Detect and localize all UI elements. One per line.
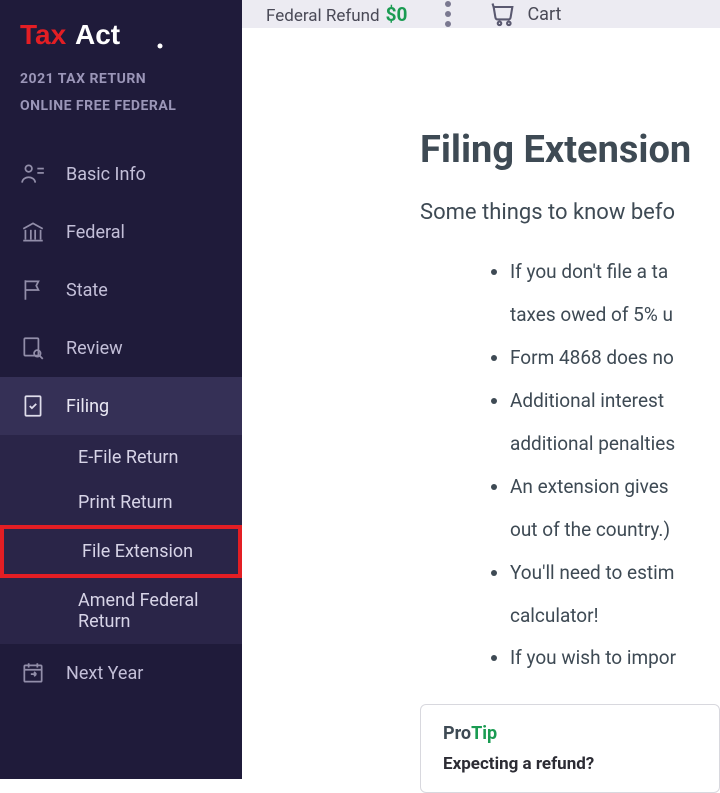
protip-subtitle: Expecting a refund? <box>443 754 697 774</box>
sidebar-item-federal[interactable]: Federal <box>0 203 242 261</box>
page-subheading: Some things to know befo <box>420 200 720 225</box>
subnav-efile-return[interactable]: E-File Return <box>0 435 242 480</box>
list-item: out of the country.) <box>510 511 720 550</box>
kebab-menu-icon[interactable] <box>445 1 451 27</box>
content: Filing Extension Some things to know bef… <box>420 28 720 682</box>
list-item: taxes owed of 5% u <box>510 296 720 335</box>
sidebar-item-label: Review <box>66 338 123 359</box>
list-item: You'll need to estim <box>510 554 720 593</box>
main-area: Federal Refund $0 Cart Filing Extension … <box>242 0 720 779</box>
refund-amount: $0 <box>386 3 408 26</box>
info-list: If you don't file a ta taxes owed of 5% … <box>420 253 720 678</box>
bank-icon <box>20 219 46 245</box>
sidebar-item-label: State <box>66 280 108 301</box>
protip-tip: Tip <box>471 723 497 744</box>
protip-pro: Pro <box>443 723 471 744</box>
list-item: calculator! <box>510 597 720 636</box>
logo: Tax Act <box>0 0 242 66</box>
protip-title: ProTip <box>443 723 697 744</box>
document-check-icon <box>20 393 46 419</box>
cart-label: Cart <box>527 4 561 25</box>
subnav-amend-federal[interactable]: Amend Federal Return <box>0 578 242 644</box>
filing-subnav: E-File Return Print Return File Extensio… <box>0 435 242 644</box>
list-item: An extension gives <box>510 468 720 507</box>
sidebar: Tax Act 2021 TAX RETURN ONLINE FREE FEDE… <box>0 0 242 779</box>
sidebar-item-review[interactable]: Review <box>0 319 242 377</box>
sidebar-item-filing[interactable]: Filing <box>0 377 242 435</box>
sidebar-item-state[interactable]: State <box>0 261 242 319</box>
sidebar-item-label: Basic Info <box>66 164 146 185</box>
subnav-label: E-File Return <box>78 447 178 468</box>
subnav-label: Print Return <box>78 492 173 513</box>
document-search-icon <box>20 335 46 361</box>
cart-icon <box>489 0 517 28</box>
flag-icon <box>20 277 46 303</box>
calendar-arrow-icon <box>20 660 46 686</box>
subnav-label: File Extension <box>82 541 193 562</box>
sidebar-item-label: Federal <box>66 222 125 243</box>
list-item: If you wish to impor <box>510 639 720 678</box>
refund-display[interactable]: Federal Refund $0 <box>266 3 407 26</box>
list-item: If you don't file a ta <box>510 253 720 292</box>
list-item: Additional interest <box>510 382 720 421</box>
sidebar-meta: 2021 TAX RETURN ONLINE FREE FEDERAL <box>0 66 242 145</box>
cart-button[interactable]: Cart <box>489 0 561 28</box>
taxact-logo-icon: Tax Act <box>20 18 170 52</box>
list-item: additional penalties <box>510 425 720 464</box>
svg-text:Tax: Tax <box>20 19 67 50</box>
subnav-print-return[interactable]: Print Return <box>0 480 242 525</box>
user-icon <box>20 161 46 187</box>
topbar: Federal Refund $0 Cart <box>242 0 720 28</box>
tax-year-label: 2021 TAX RETURN <box>20 66 222 93</box>
sidebar-item-next-year[interactable]: Next Year <box>0 644 242 702</box>
sidebar-nav: Basic Info Federal State Review Filing <box>0 145 242 702</box>
refund-label: Federal Refund <box>266 6 380 26</box>
sidebar-item-basic-info[interactable]: Basic Info <box>0 145 242 203</box>
product-label: ONLINE FREE FEDERAL <box>20 93 222 120</box>
subnav-label: Amend Federal Return <box>78 590 199 632</box>
page-title: Filing Extension <box>420 128 720 172</box>
subnav-file-extension[interactable]: File Extension <box>0 525 242 578</box>
protip-card: ProTip Expecting a refund? <box>420 704 720 793</box>
sidebar-item-label: Next Year <box>66 663 143 684</box>
sidebar-item-label: Filing <box>66 396 109 417</box>
list-item: Form 4868 does no <box>510 339 720 378</box>
